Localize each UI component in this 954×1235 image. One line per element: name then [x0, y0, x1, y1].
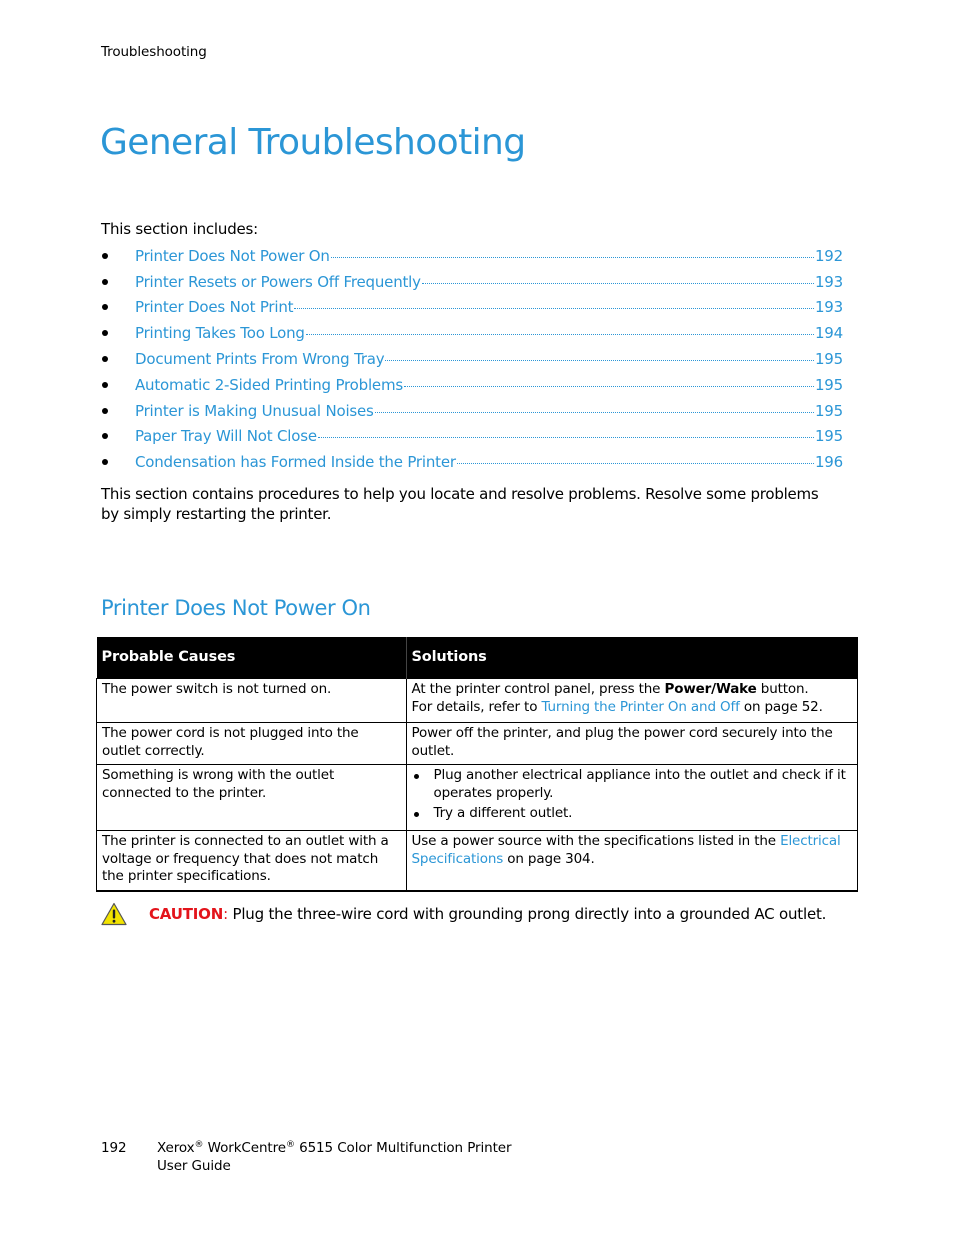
- toc-label: Printer Resets or Powers Off Frequently: [135, 272, 421, 291]
- toc-link[interactable]: Printer Does Not Power On 192: [135, 247, 843, 265]
- solution-text: button.: [756, 681, 809, 697]
- toc-page-number: 196: [814, 453, 843, 472]
- toc-label: Printer is Making Unusual Noises: [135, 401, 374, 420]
- dot-leader: [385, 360, 814, 362]
- page-footer: 192 Xerox® WorkCentre® 6515 Color Multif…: [101, 1140, 512, 1175]
- footer-document-title: Xerox® WorkCentre® 6515 Color Multifunct…: [157, 1140, 512, 1175]
- solution-text: Use a power source with the specificatio…: [411, 833, 781, 849]
- running-header: Troubleshooting: [101, 44, 207, 60]
- cause-cell: The power cord is not plugged into the o…: [96, 722, 407, 765]
- dot-leader: [404, 385, 814, 387]
- table-row: The printer is connected to an outlet wi…: [96, 830, 858, 892]
- solution-bullet: Plug another electrical appliance into t…: [412, 767, 853, 802]
- cross-reference-link[interactable]: Turning the Printer On and Off: [541, 699, 739, 715]
- toc-page-number: 195: [814, 350, 843, 369]
- bullet-icon: [102, 381, 108, 388]
- footer-model: 6515 Color Multifunction Printer: [294, 1140, 512, 1156]
- caution-label: CAUTION: [149, 905, 224, 923]
- bullet-icon: [102, 356, 108, 363]
- cause-cell: The printer is connected to an outlet wi…: [96, 830, 407, 892]
- toc-link[interactable]: Automatic 2-Sided Printing Problems 195: [135, 376, 843, 394]
- bullet-icon: [102, 252, 108, 259]
- dot-leader: [456, 463, 814, 465]
- toc-page-number: 192: [814, 246, 843, 265]
- toc-label: Printer Does Not Print: [135, 298, 294, 317]
- table-row: The power cord is not plugged into the o…: [96, 722, 858, 765]
- toc-link[interactable]: Printing Takes Too Long 194: [135, 324, 843, 342]
- dot-leader: [330, 256, 814, 258]
- toc-item: Document Prints From Wrong Tray 195: [101, 346, 843, 372]
- toc-item: Printer Does Not Print 193: [101, 295, 843, 321]
- bullet-icon: [102, 433, 108, 440]
- toc-page-number: 195: [814, 375, 843, 394]
- table-row: Something is wrong with the outlet conne…: [96, 764, 858, 831]
- toc-item: Printer is Making Unusual Noises 195: [101, 398, 843, 424]
- toc-item: Paper Tray Will Not Close 195: [101, 424, 843, 450]
- toc-item: Automatic 2-Sided Printing Problems 195: [101, 372, 843, 398]
- bullet-icon: [102, 330, 108, 337]
- toc-label: Paper Tray Will Not Close: [135, 427, 317, 446]
- toc-item: Printer Does Not Power On 192: [101, 243, 843, 269]
- table-header-row: Probable Causes Solutions: [96, 637, 858, 679]
- solution-cell: At the printer control panel, press the …: [405, 678, 858, 723]
- column-header-causes: Probable Causes: [96, 637, 406, 679]
- solution-cell: Power off the printer, and plug the powe…: [405, 722, 858, 765]
- cause-cell: Something is wrong with the outlet conne…: [96, 764, 407, 831]
- toc-page-number: 193: [814, 272, 843, 291]
- toc-label: Document Prints From Wrong Tray: [135, 350, 385, 369]
- bullet-icon: [102, 304, 108, 311]
- caution-note: CAUTION: Plug the three-wire cord with g…: [101, 902, 826, 926]
- solution-cell: Use a power source with the specificatio…: [405, 830, 858, 892]
- footer-product: WorkCentre: [203, 1140, 286, 1156]
- toc-page-number: 194: [814, 324, 843, 343]
- solution-text: on page 304.: [503, 850, 595, 867]
- toc-page-number: 195: [814, 401, 843, 420]
- bullet-icon: [102, 459, 108, 466]
- footer-page-number: 192: [101, 1140, 127, 1156]
- toc-item: Printer Resets or Powers Off Frequently …: [101, 269, 843, 295]
- dot-leader: [421, 282, 814, 284]
- solution-bullet-list: Plug another electrical appliance into t…: [412, 767, 853, 823]
- column-header-solutions: Solutions: [405, 637, 858, 679]
- page-title: General Troubleshooting: [100, 122, 526, 163]
- troubleshooting-table: Probable Causes Solutions The power swit…: [96, 637, 858, 892]
- solution-bullet: Try a different outlet.: [412, 805, 853, 823]
- warning-triangle-icon: [101, 902, 127, 926]
- dot-leader: [294, 308, 814, 310]
- section-summary: This section contains procedures to help…: [101, 485, 819, 523]
- toc-link[interactable]: Document Prints From Wrong Tray 195: [135, 350, 843, 368]
- toc-page-number: 193: [814, 298, 843, 317]
- footer-brand: Xerox: [157, 1140, 195, 1156]
- solution-text: For details, refer to: [411, 698, 542, 715]
- caution-text: Plug the three-wire cord with grounding …: [227, 905, 827, 923]
- footer-doc-type: User Guide: [157, 1157, 231, 1174]
- toc-link[interactable]: Printer Does Not Print 193: [135, 298, 843, 316]
- section-heading: Printer Does Not Power On: [101, 596, 371, 620]
- toc-link[interactable]: Paper Tray Will Not Close 195: [135, 427, 843, 445]
- toc-label: Printing Takes Too Long: [135, 324, 305, 343]
- table-of-contents: Printer Does Not Power On 192 Printer Re…: [101, 243, 843, 475]
- toc-label: Automatic 2-Sided Printing Problems: [135, 375, 403, 394]
- solution-text: At the printer control panel, press the: [411, 681, 665, 697]
- toc-link[interactable]: Printer is Making Unusual Noises 195: [135, 402, 843, 420]
- dot-leader: [305, 334, 814, 336]
- section-intro: This section includes:: [101, 220, 259, 238]
- toc-link[interactable]: Printer Resets or Powers Off Frequently …: [135, 273, 843, 291]
- bullet-icon: [102, 407, 108, 414]
- toc-link[interactable]: Condensation has Formed Inside the Print…: [135, 453, 843, 471]
- toc-item: Printing Takes Too Long 194: [101, 320, 843, 346]
- solution-cell: Plug another electrical appliance into t…: [405, 764, 858, 831]
- solution-text: on page 52.: [739, 698, 823, 715]
- toc-label: Printer Does Not Power On: [135, 246, 330, 265]
- toc-item: Condensation has Formed Inside the Print…: [101, 449, 843, 475]
- toc-label: Condensation has Formed Inside the Print…: [135, 453, 456, 472]
- registered-mark: ®: [285, 1140, 295, 1150]
- button-name: Power/Wake: [664, 681, 757, 697]
- table-row: The power switch is not turned on. At th…: [96, 678, 858, 723]
- dot-leader: [374, 411, 814, 413]
- cause-cell: The power switch is not turned on.: [96, 678, 407, 723]
- dot-leader: [317, 437, 814, 439]
- bullet-icon: [102, 278, 108, 285]
- toc-page-number: 195: [814, 427, 843, 446]
